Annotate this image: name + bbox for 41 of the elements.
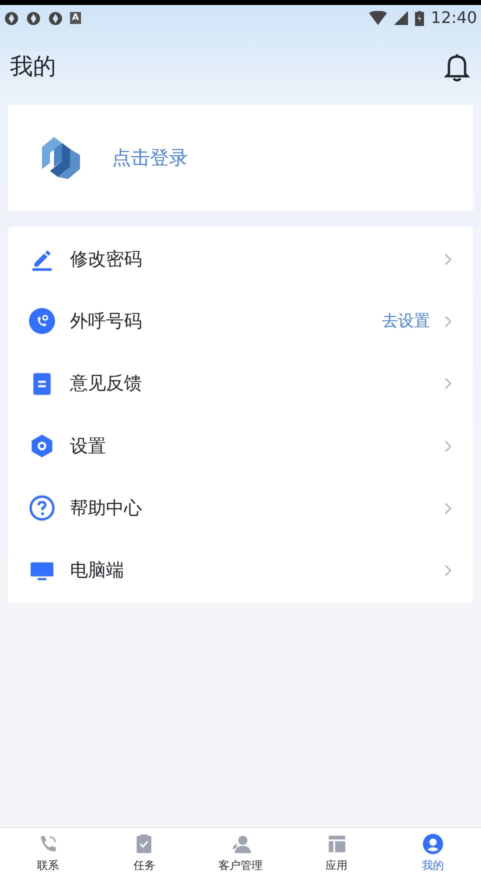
phone-gear-icon: [29, 308, 55, 334]
menu-item[interactable]: 修改密码: [8, 228, 473, 290]
chevron-right-icon: [445, 502, 451, 514]
settings-icon: [29, 433, 55, 460]
login-card[interactable]: 点击登录: [8, 105, 473, 211]
nav-tab[interactable]: 联系: [0, 828, 96, 880]
page-title: 我的: [10, 52, 56, 82]
chevron-right-icon: [445, 565, 451, 576]
wifi-icon: [368, 11, 387, 25]
menu-label: 外呼号码: [70, 310, 143, 334]
menu-label: 修改密码: [70, 248, 143, 272]
menu-label: 帮助中心: [70, 496, 143, 521]
sync-icon: [26, 10, 41, 26]
chevron-right-icon: [445, 254, 451, 265]
menu-item[interactable]: 设置: [8, 414, 473, 478]
nav-tab[interactable]: 客户管理: [192, 828, 289, 880]
signal-icon: [394, 11, 408, 25]
notification-badge: A: [70, 12, 81, 24]
clock: 12:40: [430, 7, 477, 29]
menu-item[interactable]: 帮助中心: [8, 477, 473, 540]
nav-tab[interactable]: 任务: [96, 828, 192, 880]
battery-icon: [414, 10, 424, 26]
menu-label: 电脑端: [70, 559, 125, 584]
bell-icon[interactable]: [443, 52, 471, 82]
sync-icon: [48, 10, 63, 26]
nav-tab[interactable]: 应用: [288, 828, 385, 880]
menu-item[interactable]: 电脑端: [8, 539, 473, 602]
chevron-right-icon: [445, 316, 451, 327]
logo-icon: [40, 135, 82, 181]
login-link[interactable]: 点击登录: [112, 144, 188, 172]
action-link[interactable]: 去设置: [382, 309, 430, 334]
nav-tab[interactable]: 我的: [384, 828, 481, 880]
help-icon: [29, 495, 55, 522]
user-icon: [422, 833, 444, 856]
menu-item[interactable]: 意见反馈: [8, 352, 473, 415]
menu-label: 意见反馈: [70, 372, 143, 396]
chevron-right-icon: [445, 378, 451, 390]
menu-item[interactable]: 外呼号码 去设置: [8, 290, 473, 353]
sync-icon: [4, 10, 19, 26]
menu-label: 设置: [70, 434, 107, 459]
chevron-right-icon: [445, 440, 451, 452]
